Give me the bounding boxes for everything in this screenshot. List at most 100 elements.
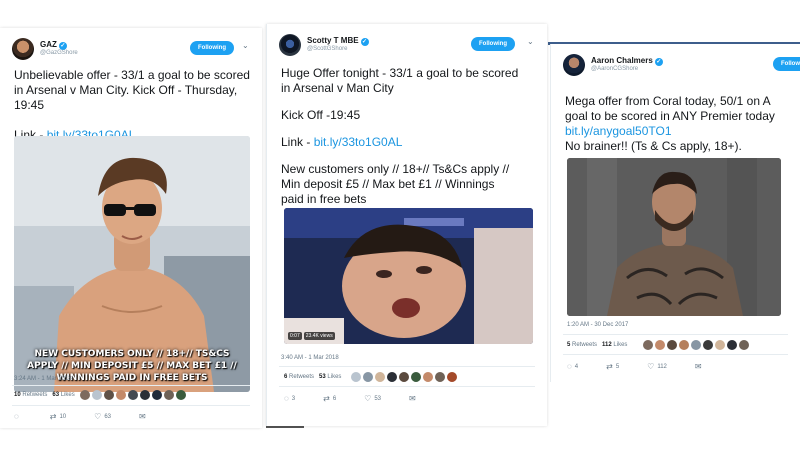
chevron-down-icon[interactable]: ⌄	[527, 37, 534, 46]
tweet-timestamp[interactable]: 3:40 AM - 1 Mar 2018	[281, 355, 339, 361]
like-count: 112	[657, 364, 667, 370]
retweets-count[interactable]: 5	[567, 342, 570, 348]
avatar[interactable]	[80, 390, 90, 400]
retweets-count[interactable]: 6	[284, 374, 287, 380]
liker-avatars	[643, 340, 749, 350]
avatar[interactable]	[447, 372, 457, 382]
link-prefix: Link -	[281, 135, 314, 149]
avatar[interactable]	[152, 390, 162, 400]
author-handle[interactable]: @ScottGShore	[307, 46, 347, 52]
photo-tattooed-man	[567, 158, 781, 316]
avatar[interactable]	[715, 340, 725, 350]
like-button[interactable]: ♡ 63	[94, 412, 125, 421]
message-button[interactable]: ✉	[139, 412, 149, 421]
tweet-timestamp[interactable]: 3:24 AM - 1 Mar 2018	[14, 376, 72, 382]
tweet-photo[interactable]	[567, 158, 781, 316]
avatar[interactable]	[116, 390, 126, 400]
tweet-header: Scotty T MBE ✓ @ScottGShore Following ⌄	[279, 34, 541, 58]
avatar[interactable]	[164, 390, 174, 400]
reply-button[interactable]: ◌ 3	[284, 394, 309, 403]
avatar[interactable]	[703, 340, 713, 350]
like-icon: ♡	[647, 362, 655, 371]
avatar[interactable]	[375, 372, 385, 382]
like-count: 53	[374, 396, 382, 402]
divider	[563, 334, 788, 335]
video-views: 23.4K views	[303, 332, 335, 340]
avatar[interactable]	[643, 340, 653, 350]
avatar[interactable]	[92, 390, 102, 400]
avatar[interactable]	[655, 340, 665, 350]
reply-icon: ◌	[284, 394, 289, 403]
chevron-down-icon[interactable]: ⌄	[242, 41, 249, 50]
avatar[interactable]	[563, 54, 585, 76]
likes-count[interactable]: 63	[52, 392, 59, 398]
avatar[interactable]	[351, 372, 361, 382]
reply-button[interactable]: ◌ 4	[567, 362, 592, 371]
avatar[interactable]	[691, 340, 701, 350]
tweet-link[interactable]: bit.ly/anygoal50TO1	[565, 124, 775, 139]
liker-avatars	[80, 390, 186, 400]
tweet-line: Kick Off -19:45	[281, 108, 361, 122]
avatar[interactable]	[140, 390, 150, 400]
reply-count: 4	[574, 364, 579, 370]
author-name-text: Aaron Chalmers	[591, 56, 653, 65]
author-name[interactable]: GAZ ✓	[40, 40, 67, 50]
retweet-count: 10	[59, 414, 67, 420]
retweet-count: 5	[615, 364, 620, 370]
message-icon: ✉	[409, 394, 416, 403]
liker-avatars	[351, 372, 457, 382]
tweet-timestamp[interactable]: 1:20 AM - 30 Dec 2017	[567, 322, 628, 328]
tweet-photo[interactable]: NEW CUSTOMERS ONLY // 18+// TS&CS APPLY …	[14, 136, 250, 392]
tweet-card-aaron: Aaron Chalmers ✓ @AaronCGShore Follow Meg…	[550, 44, 800, 382]
avatar[interactable]	[411, 372, 421, 382]
like-button[interactable]: ♡ 53	[364, 394, 395, 403]
tweet-text: Unbelievable offer - 33/1 a goal to be s…	[14, 68, 250, 143]
avatar[interactable]	[435, 372, 445, 382]
divider	[279, 366, 535, 367]
tweet-text: Mega offer from Coral today, 50/1 on A g…	[565, 94, 775, 154]
avatar[interactable]	[104, 390, 114, 400]
author-handle[interactable]: @AaronCGShore	[591, 66, 638, 72]
tweet-link[interactable]: bit.ly/33to1G0AL	[314, 135, 403, 149]
avatar[interactable]	[399, 372, 409, 382]
retweet-button[interactable]: ⇄ 10	[50, 412, 80, 421]
avatar[interactable]	[679, 340, 689, 350]
author-handle[interactable]: @GazGShore	[40, 50, 78, 56]
like-button[interactable]: ♡ 112	[647, 362, 681, 371]
likes-count[interactable]: 112	[602, 342, 612, 348]
follow-button[interactable]: Follow	[773, 57, 800, 71]
following-button[interactable]: Following	[190, 41, 234, 55]
author-name[interactable]: Scotty T MBE ✓	[307, 36, 369, 46]
message-button[interactable]: ✉	[695, 362, 705, 371]
avatar[interactable]	[279, 34, 301, 56]
avatar[interactable]	[739, 340, 749, 350]
retweet-button[interactable]: ⇄ 6	[323, 394, 350, 403]
likes-count[interactable]: 53	[319, 374, 326, 380]
tweet-line: Mega offer from Coral today, 50/1 on A	[565, 94, 771, 108]
avatar[interactable]	[363, 372, 373, 382]
following-button[interactable]: Following	[471, 37, 515, 51]
message-button[interactable]: ✉	[409, 394, 419, 403]
tweet-actions: ◌ 3 ⇄ 6 ♡ 53 ✉	[284, 394, 433, 403]
likes-label: Likes	[327, 374, 342, 380]
avatar[interactable]	[667, 340, 677, 350]
avatar[interactable]	[423, 372, 433, 382]
avatar[interactable]	[12, 38, 34, 60]
divider	[12, 385, 250, 386]
retweets-label: Retweets	[289, 374, 315, 380]
message-icon: ✉	[139, 412, 146, 421]
like-count: 63	[104, 414, 112, 420]
tweet-line: New customers only // 18+// Ts&Cs apply …	[281, 162, 510, 176]
avatar[interactable]	[176, 390, 186, 400]
tweet-video[interactable]: 0:07 23.4K views	[284, 208, 533, 344]
author-name[interactable]: Aaron Chalmers ✓	[591, 56, 663, 66]
avatar[interactable]	[387, 372, 397, 382]
avatar[interactable]	[128, 390, 138, 400]
reply-button[interactable]: ◌	[14, 412, 36, 421]
retweet-button[interactable]: ⇄ 5	[606, 362, 633, 371]
avatar[interactable]	[727, 340, 737, 350]
tweet-line: in Arsenal v Man City	[281, 81, 394, 95]
retweets-count[interactable]: 10	[14, 392, 21, 398]
